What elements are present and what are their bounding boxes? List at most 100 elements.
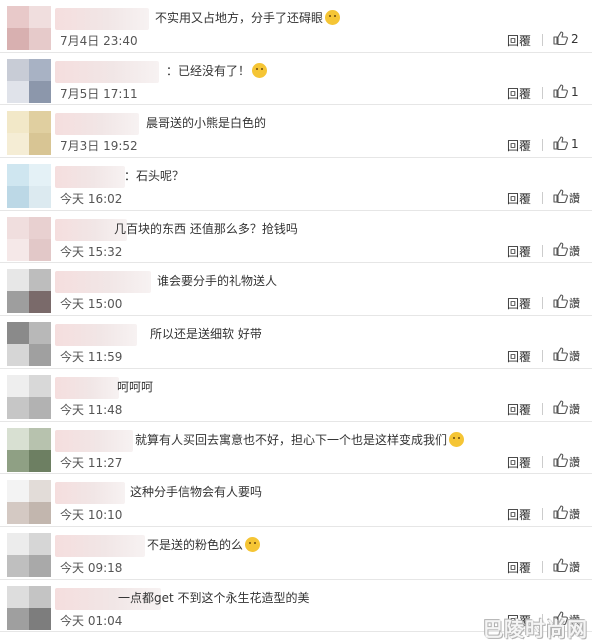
comment-list: 不实用又占地方，分手了还碍眼 7月4日 23:40 回覆 2 ：已经没有了！ 7月5日 1… [0,0,592,633]
username-blurred[interactable] [55,429,133,452]
like-label[interactable]: 讚 [569,243,580,259]
avatar[interactable] [7,216,51,261]
avatar[interactable] [7,322,51,367]
grinning-emoji-icon [325,10,341,25]
action-divider [542,560,543,573]
comment-item: 谁会要分手的礼物送人今天 15:00 回覆 讚 [0,263,592,317]
thumbs-up-icon[interactable] [553,400,568,414]
avatar[interactable] [7,58,51,103]
action-divider [542,244,543,257]
username-blurred[interactable] [55,482,125,505]
comment-item: ：石头呢？ 今天 16:02 回覆 讚 [0,158,592,211]
comment-text: 一点都get 不到这个永生花造型的美 [118,590,310,605]
reply-button[interactable]: 回覆 [507,559,531,576]
like-label[interactable]: 讚 [569,506,580,522]
like-label[interactable]: 讚 [569,559,580,575]
thumbs-up-icon[interactable] [553,189,568,204]
action-divider [542,192,543,205]
action-divider [542,34,543,46]
avatar[interactable] [7,269,51,314]
avatar[interactable] [7,427,51,472]
comment-time: 今天 10:10 [60,508,123,523]
comment-text: ：石头呢？ [124,169,185,184]
thumbs-up-icon[interactable] [553,31,568,45]
thumbs-up-icon[interactable] [553,505,568,520]
like-label[interactable]: 讚 [569,190,580,206]
like-label[interactable]: 讚 [569,295,580,311]
comment-time: 7月3日 19:52 [60,139,138,154]
comment-text: 这种分手信物会有人要吗 [130,485,263,500]
username-blurred[interactable] [55,376,119,399]
comment-text: 不是送的粉色的么 [147,536,261,553]
reply-button[interactable]: 回覆 [507,32,531,49]
comment-item: 呵呵呵今天 11:48 回覆 讚 [0,369,592,422]
comment-time: 今天 01:04 [60,613,123,628]
action-divider [542,508,543,521]
reply-button[interactable]: 回覆 [507,85,531,102]
reply-button[interactable]: 回覆 [507,137,531,154]
comment-text: 所以还是送细软 好带 [150,327,262,342]
avatar[interactable] [7,374,51,419]
comment-text: 谁会要分手的礼物送人 [157,274,278,289]
username-blurred[interactable] [55,324,137,347]
like-label[interactable]: 讚 [569,454,580,470]
username-blurred[interactable] [55,534,145,557]
comment-text: 晨哥送的小熊是白色的 [146,116,267,131]
comment-time: 7月4日 23:40 [60,34,138,48]
comment-time: 今天 09:18 [60,560,123,575]
reply-button[interactable]: 回覆 [507,506,531,523]
action-divider [542,350,543,363]
thumbs-up-icon[interactable] [553,294,568,309]
username-blurred[interactable] [55,8,149,30]
comment-text: 几百块的东西 还值那么多？抢钱吗 [114,221,298,236]
thumbs-up-icon[interactable] [553,347,568,362]
username-blurred[interactable] [55,166,125,189]
thumbs-up-icon[interactable] [553,452,568,467]
comment-text: 呵呵呵 [117,379,154,394]
avatar[interactable] [7,6,51,50]
comment-text: 就算有人买回去寓意也不好，担心下一个也是这样变成我们 [135,431,465,448]
avatar[interactable] [7,585,51,630]
reply-button[interactable]: 回覆 [507,401,531,418]
comment-text: ：已经没有了！ [166,62,268,79]
avatar[interactable] [7,480,51,525]
comment-time: 今天 11:48 [60,402,123,417]
reply-button[interactable]: 回覆 [507,348,531,365]
like-count: 2 [571,32,579,46]
thumbs-up-icon[interactable] [553,242,568,256]
reply-button[interactable]: 回覆 [507,243,531,260]
like-label[interactable]: 讚 [569,348,580,364]
comment-text: 不实用又占地方，分手了还碍眼 [155,9,341,26]
avatar[interactable] [7,164,51,209]
comment-item: 晨哥送的小熊是白色的 7月3日 19:52 回覆 1 [0,105,592,159]
like-count: 1 [571,84,579,99]
site-watermark: 巴陵时尚网 [483,617,588,641]
thumbs-up-icon[interactable] [553,558,568,572]
comment-time: 今天 16:02 [60,192,123,207]
username-blurred[interactable] [55,60,159,83]
action-divider [542,455,543,468]
username-blurred[interactable] [55,271,151,294]
surprised-emoji-icon [245,536,261,552]
comment-time: 今天 15:00 [60,297,123,312]
comment-item: 就算有人买回去寓意也不好，担心下一个也是这样变成我们 今天 11:27 回覆 讚 [0,422,592,475]
thumbs-up-icon[interactable] [553,136,568,151]
like-label[interactable]: 讚 [569,401,580,417]
avatar[interactable] [7,532,51,577]
comment-time: 今天 15:32 [60,244,123,259]
comment-time: 今天 11:27 [60,455,123,470]
reply-button[interactable]: 回覆 [507,454,531,471]
comment-item: 不实用又占地方，分手了还碍眼 7月4日 23:40 回覆 2 [0,0,592,53]
username-blurred[interactable] [55,113,139,136]
comment-time: 7月5日 17:11 [60,86,138,101]
comment-item: 不是送的粉色的么今天 09:18 回覆 讚 [0,527,592,580]
doge-emoji-icon [252,62,268,78]
avatar[interactable] [7,111,51,156]
action-divider [542,297,543,310]
action-divider [542,139,543,152]
comment-item: 这种分手信物会有人要吗 今天 10:10 回覆 讚 [0,474,592,527]
action-divider [542,86,543,99]
thumbs-up-icon[interactable] [553,84,568,98]
reply-button[interactable]: 回覆 [507,295,531,312]
reply-button[interactable]: 回覆 [507,190,531,207]
